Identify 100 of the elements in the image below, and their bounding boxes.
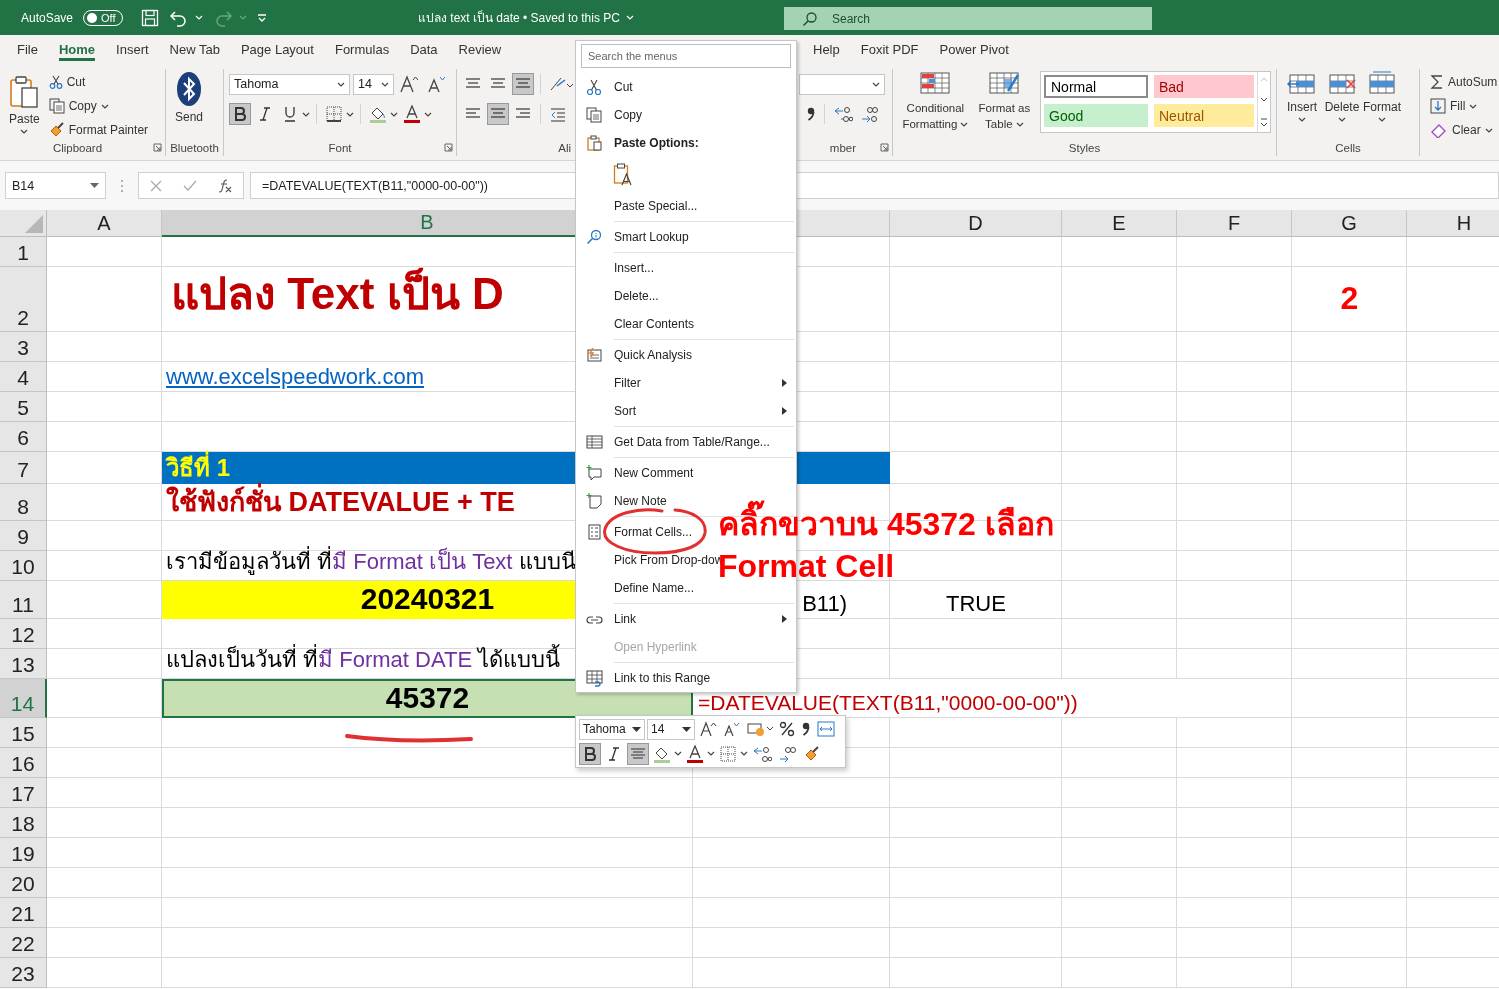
row-header[interactable]: 14: [0, 679, 47, 718]
menu-item[interactable]: Cut: [576, 73, 641, 101]
underline-icon: [284, 106, 296, 122]
chevron-down-icon: [872, 81, 880, 87]
menu-item[interactable]: New Note: [576, 487, 675, 515]
menu-item[interactable]: Quick Analysis: [576, 341, 701, 369]
column-header[interactable]: G: [1292, 210, 1407, 237]
row-header[interactable]: 6: [0, 422, 47, 452]
column-header[interactable]: A: [47, 210, 162, 237]
format-cells-button[interactable]: Format: [1362, 69, 1402, 124]
bottom-align-button[interactable]: [512, 73, 534, 95]
row-header[interactable]: 3: [0, 332, 47, 362]
menu-search-field[interactable]: Search the menus: [581, 44, 791, 68]
delete-cells-button[interactable]: Delete: [1322, 69, 1362, 124]
clear-button[interactable]: Clear: [1427, 119, 1499, 141]
cell-style[interactable]: Good: [1044, 104, 1148, 127]
ribbon-tab[interactable]: File: [8, 35, 47, 63]
menu-item[interactable]: New Comment: [576, 459, 702, 487]
ribbon-tab[interactable]: Power Pivot: [930, 35, 1018, 63]
copy-button[interactable]: Copy: [45, 95, 152, 117]
italic-icon: [259, 107, 271, 121]
row-header[interactable]: 12: [0, 619, 47, 649]
menu-item[interactable]: Insert...: [576, 254, 662, 282]
ribbon-tab[interactable]: Help: [804, 35, 849, 63]
row-header[interactable]: 21: [0, 898, 47, 928]
row-header[interactable]: 23: [0, 958, 47, 988]
font-size-dropdown[interactable]: 14: [647, 718, 695, 740]
row-header[interactable]: 2: [0, 267, 47, 332]
row-header[interactable]: 1: [0, 237, 47, 267]
launcher-icon[interactable]: [444, 143, 453, 152]
font-color-button[interactable]: [401, 103, 423, 125]
font-name-dropdown[interactable]: Tahoma: [579, 718, 645, 740]
row-header[interactable]: 11: [0, 581, 47, 619]
font-size-dropdown[interactable]: 14: [353, 73, 394, 95]
row-header[interactable]: 19: [0, 838, 47, 868]
cell-style[interactable]: Bad: [1154, 75, 1254, 98]
chevron-down-icon: [1298, 117, 1306, 122]
row-header[interactable]: 8: [0, 484, 47, 521]
menu-item[interactable]: Sort: [576, 397, 796, 425]
paste-option-button[interactable]: [612, 161, 634, 188]
insert-cells-button[interactable]: Insert: [1282, 69, 1322, 124]
send-button[interactable]: Send: [171, 69, 208, 126]
save-icon[interactable]: [140, 8, 159, 27]
conditional-formatting-button[interactable]: Conditional Formatting: [898, 69, 973, 134]
column-header[interactable]: E: [1062, 210, 1177, 237]
row-header[interactable]: 15: [0, 718, 47, 748]
ribbon-tab[interactable]: Page Layout: [231, 35, 323, 63]
format-painter-button[interactable]: Format Painter: [45, 119, 152, 141]
name-box[interactable]: B14: [5, 172, 106, 199]
row-header[interactable]: 20: [0, 868, 47, 898]
row-header[interactable]: 13: [0, 649, 47, 679]
font-color-button[interactable]: [684, 742, 706, 765]
borders-icon: [720, 745, 736, 762]
ribbon-tab[interactable]: Foxit PDF: [851, 35, 928, 63]
row-header[interactable]: 7: [0, 452, 47, 484]
ribbon-tab[interactable]: Review: [449, 35, 511, 63]
format-as-table-button[interactable]: Format as Table: [972, 69, 1036, 134]
autosave-label: AutoSave: [21, 10, 74, 25]
function-icon[interactable]: [217, 178, 234, 193]
launcher-icon[interactable]: [153, 143, 162, 152]
search-field[interactable]: Search: [784, 7, 1152, 30]
row-header[interactable]: 10: [0, 551, 47, 581]
launcher-icon[interactable]: [880, 143, 889, 152]
undo-icon[interactable]: [168, 8, 189, 27]
borders-button[interactable]: [323, 103, 345, 125]
menu-item[interactable]: Delete...: [576, 282, 667, 310]
paste-button[interactable]: Paste: [5, 73, 44, 136]
ribbon-tab[interactable]: Formulas: [325, 35, 399, 63]
website-link[interactable]: www.excelspeedwork.com: [166, 364, 424, 390]
ribbon-tab[interactable]: Data: [401, 35, 447, 63]
ribbon-tab[interactable]: Insert: [107, 35, 158, 63]
row-header[interactable]: 9: [0, 521, 47, 551]
ribbon-tab[interactable]: Home: [49, 35, 105, 63]
customize-icon[interactable]: [256, 12, 267, 23]
row-header[interactable]: 17: [0, 778, 47, 808]
autosum-button[interactable]: AutoSum: [1427, 71, 1499, 93]
fill-button[interactable]: Fill: [1427, 95, 1499, 117]
menu-item[interactable]: Filter: [576, 369, 796, 397]
align-center-button[interactable]: [627, 742, 649, 765]
column-header[interactable]: H: [1407, 210, 1499, 237]
row-header[interactable]: 22: [0, 928, 47, 958]
ribbon-tab[interactable]: New Tab: [160, 35, 229, 63]
menu-item[interactable]: Copy: [576, 101, 650, 129]
row-header[interactable]: 5: [0, 392, 47, 422]
brush-icon: [48, 122, 65, 138]
column-header[interactable]: D: [890, 210, 1062, 237]
font-name-dropdown[interactable]: Tahoma: [229, 73, 350, 95]
align-center-button[interactable]: [487, 103, 509, 125]
grow-font-icon[interactable]: [397, 73, 421, 95]
bold-button[interactable]: [229, 103, 251, 125]
row-header[interactable]: 16: [0, 748, 47, 778]
column-header[interactable]: F: [1177, 210, 1292, 237]
cell-style[interactable]: Neutral: [1154, 104, 1254, 127]
menu-item[interactable]: Clear Contents: [576, 310, 703, 338]
row-header[interactable]: 18: [0, 808, 47, 838]
row-header[interactable]: 4: [0, 362, 47, 392]
cell-style[interactable]: Normal: [1044, 75, 1148, 98]
menu-item[interactable]: Format Cells...: [576, 518, 700, 546]
cut-button[interactable]: Cut: [45, 71, 152, 93]
bold-button[interactable]: [579, 742, 601, 765]
